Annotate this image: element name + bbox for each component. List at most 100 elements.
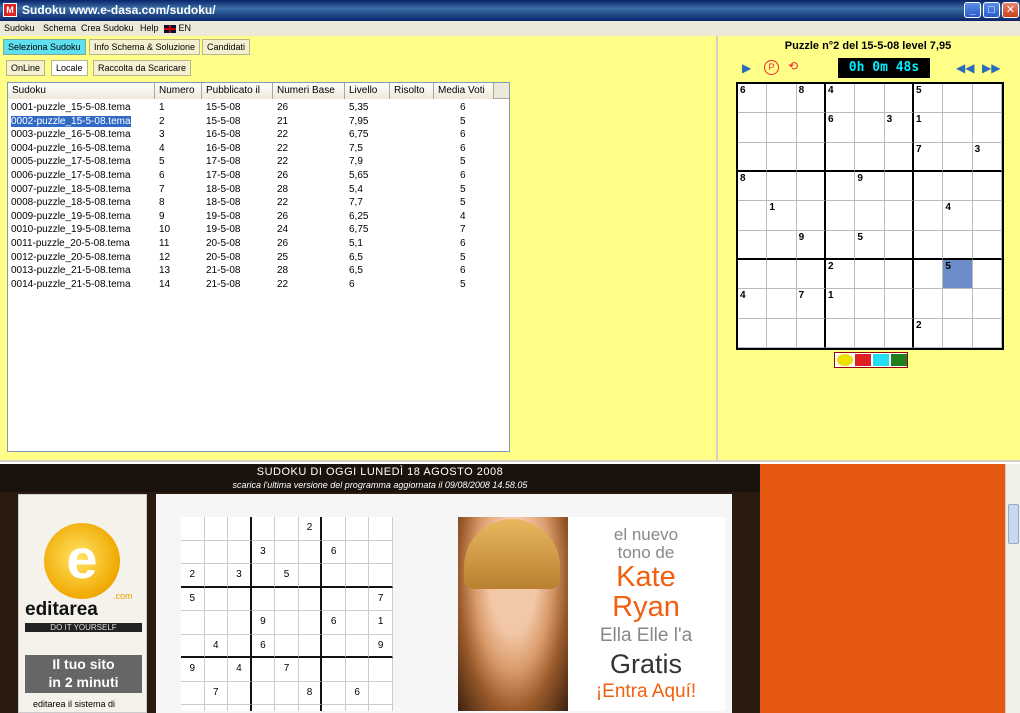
mini-grid-cell[interactable]: 6 xyxy=(322,540,346,565)
mini-grid-cell[interactable] xyxy=(298,611,323,635)
grid-cell[interactable] xyxy=(884,84,914,114)
column-media-voti[interactable]: Media Voti xyxy=(434,83,494,99)
grid-cell[interactable] xyxy=(972,201,1002,231)
table-row[interactable]: 0005-puzzle_17-5-08.tema 5 17-5-08 22 7,9 5 xyxy=(8,155,509,168)
sudoku-list[interactable]: Sudoku Numero Pubblicato il Numeri Base … xyxy=(7,82,510,452)
mini-grid-cell[interactable] xyxy=(298,634,323,659)
mini-grid-cell[interactable] xyxy=(298,587,323,612)
grid-cell[interactable] xyxy=(767,113,797,143)
grid-cell[interactable]: 4 xyxy=(826,84,856,114)
mini-grid-cell[interactable] xyxy=(181,634,205,659)
mini-grid-cell[interactable] xyxy=(345,517,370,541)
mini-grid-cell[interactable] xyxy=(204,540,229,565)
mini-grid-cell[interactable] xyxy=(298,540,323,565)
mini-grid-cell[interactable] xyxy=(345,658,370,682)
subtab-raccolta[interactable]: Raccolta da Scaricare xyxy=(93,60,192,76)
grid-cell[interactable] xyxy=(884,260,914,290)
sudoku-grid[interactable]: 684563173891495254712 xyxy=(736,82,1004,350)
grid-cell[interactable] xyxy=(767,172,797,202)
grid-cell[interactable] xyxy=(826,201,856,231)
grid-cell[interactable]: 7 xyxy=(796,289,826,319)
mini-grid-cell[interactable] xyxy=(369,564,393,588)
mini-grid-cell[interactable]: 2 xyxy=(181,564,205,588)
table-row[interactable]: 0003-puzzle_16-5-08.tema 3 16-5-08 22 6,75 6 xyxy=(8,128,509,141)
grid-cell[interactable] xyxy=(943,84,973,114)
grid-cell[interactable]: 6 xyxy=(738,84,768,114)
grid-cell[interactable] xyxy=(767,84,797,114)
grid-cell[interactable] xyxy=(796,201,826,231)
grid-cell[interactable]: 5 xyxy=(855,230,885,260)
grid-cell[interactable] xyxy=(826,318,856,348)
mini-grid-cell[interactable] xyxy=(346,705,370,711)
palette-swatch[interactable] xyxy=(855,354,871,366)
grid-cell[interactable]: 3 xyxy=(884,113,914,143)
mini-grid-cell[interactable] xyxy=(369,681,393,706)
mini-grid-cell[interactable]: 6 xyxy=(251,634,276,659)
table-row[interactable]: 0012-puzzle_20-5-08.tema 12 20-5-08 25 6,5 5 xyxy=(8,251,509,264)
mini-grid-cell[interactable] xyxy=(322,705,346,711)
grid-cell[interactable] xyxy=(884,230,914,260)
mini-grid-cell[interactable] xyxy=(275,634,299,659)
minimize-button[interactable]: _ xyxy=(964,2,981,18)
grid-cell[interactable]: 1 xyxy=(767,201,797,231)
grid-cell[interactable] xyxy=(855,142,885,172)
grid-cell[interactable]: 5 xyxy=(914,84,944,114)
pause-icon[interactable]: P xyxy=(764,60,779,75)
grid-cell[interactable] xyxy=(855,318,885,348)
mini-grid-cell[interactable] xyxy=(275,681,299,706)
grid-cell[interactable] xyxy=(972,84,1002,114)
mini-grid-cell[interactable]: 9 xyxy=(251,611,276,635)
grid-cell[interactable] xyxy=(767,260,797,290)
grid-cell[interactable]: 5 xyxy=(943,260,973,290)
mini-grid-cell[interactable] xyxy=(275,587,299,612)
mini-grid-cell[interactable] xyxy=(345,564,370,588)
mini-grid-cell[interactable] xyxy=(345,587,370,612)
mini-grid-cell[interactable] xyxy=(181,517,205,541)
mini-grid-cell[interactable] xyxy=(228,517,252,541)
tab-info-schema[interactable]: Info Schema & Soluzione xyxy=(89,39,201,55)
grid-cell[interactable] xyxy=(738,142,768,172)
rewind-icon[interactable]: ◀◀ xyxy=(956,61,974,75)
mini-grid-cell[interactable] xyxy=(251,658,276,682)
grid-cell[interactable] xyxy=(738,318,768,348)
column-risolto[interactable]: Risolto xyxy=(390,83,434,99)
mini-grid-cell[interactable]: 6 xyxy=(345,681,370,706)
grid-cell[interactable]: 4 xyxy=(943,201,973,231)
grid-cell[interactable] xyxy=(914,289,944,319)
mini-grid-cell[interactable] xyxy=(369,517,393,541)
mini-grid-cell[interactable] xyxy=(181,611,205,635)
mini-grid-cell[interactable] xyxy=(345,611,370,635)
grid-cell[interactable]: 9 xyxy=(796,230,826,260)
close-button[interactable]: ✕ xyxy=(1002,2,1019,18)
menu-sudoku[interactable]: Sudoku xyxy=(4,23,35,33)
mini-grid-cell[interactable]: 4 xyxy=(299,705,323,711)
mini-grid-cell[interactable] xyxy=(322,681,346,706)
grid-cell[interactable] xyxy=(826,172,856,202)
table-row[interactable]: 0001-puzzle_15-5-08.tema 1 15-5-08 26 5,35 6 xyxy=(8,101,509,114)
grid-cell[interactable] xyxy=(943,172,973,202)
mini-grid-cell[interactable] xyxy=(275,517,299,541)
grid-cell[interactable] xyxy=(767,289,797,319)
mini-grid-cell[interactable]: 5 xyxy=(181,587,205,612)
mini-grid-cell[interactable] xyxy=(298,564,323,588)
grid-cell[interactable]: 8 xyxy=(796,84,826,114)
grid-cell[interactable]: 8 xyxy=(738,172,768,202)
mini-grid-cell[interactable] xyxy=(204,517,229,541)
grid-cell[interactable] xyxy=(796,172,826,202)
mini-grid-cell[interactable]: 8 xyxy=(298,681,323,706)
mini-grid-cell[interactable]: 7 xyxy=(275,658,299,682)
table-row[interactable]: 0007-puzzle_18-5-08.tema 7 18-5-08 28 5,4 5 xyxy=(8,183,509,196)
fast-forward-icon[interactable]: ▶▶ xyxy=(982,61,1000,75)
grid-cell[interactable] xyxy=(738,230,768,260)
grid-cell[interactable]: 7 xyxy=(914,142,944,172)
grid-cell[interactable]: 4 xyxy=(738,289,768,319)
mini-grid-cell[interactable] xyxy=(275,611,299,635)
table-row[interactable]: 0008-puzzle_18-5-08.tema 8 18-5-08 22 7,7 5 xyxy=(8,196,509,209)
table-row[interactable]: 0009-puzzle_19-5-08.tema 9 19-5-08 26 6,25 4 xyxy=(8,210,509,223)
mini-grid-cell[interactable] xyxy=(322,564,346,588)
grid-cell[interactable] xyxy=(855,260,885,290)
grid-cell[interactable] xyxy=(972,113,1002,143)
table-row[interactable]: 0014-puzzle_21-5-08.tema 14 21-5-08 22 6 5 xyxy=(8,278,509,291)
grid-cell[interactable] xyxy=(884,201,914,231)
mini-grid-cell[interactable]: 9 xyxy=(181,658,205,682)
